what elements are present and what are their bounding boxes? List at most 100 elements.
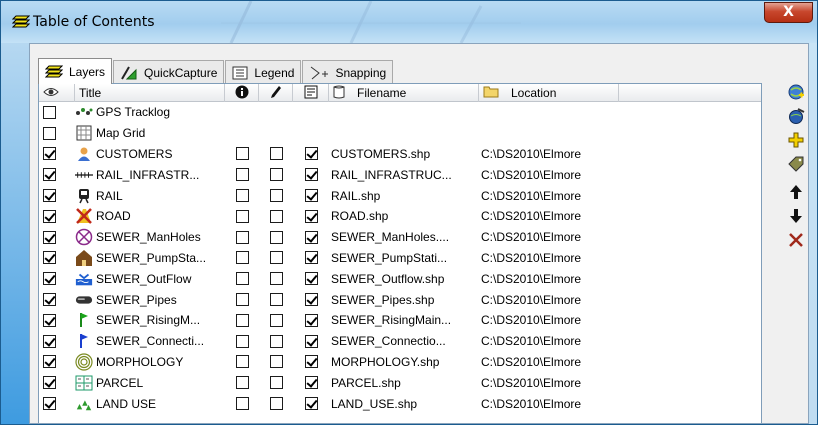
visibility-checkbox[interactable]	[43, 313, 56, 327]
snap-checkbox[interactable]	[304, 189, 318, 203]
edit-checkbox[interactable]	[269, 293, 283, 307]
layer-title[interactable]: RAIL_INFRASTR...	[96, 168, 199, 182]
layer-title[interactable]: MORPHOLOGY	[96, 355, 183, 369]
location-column-header[interactable]: Location	[479, 84, 619, 102]
snap-checkbox[interactable]	[304, 293, 318, 307]
visibility-checkbox[interactable]	[43, 126, 56, 140]
layer-row[interactable]: LAND USE LAND_USE.shp C:\DS2010\Elmore	[39, 393, 761, 414]
layer-title[interactable]: ROAD	[96, 209, 131, 223]
layer-title[interactable]: CUSTOMERS	[96, 147, 172, 161]
title-column-header[interactable]: Title	[75, 84, 225, 102]
layer-row[interactable]: SEWER_RisingM... SEWER_RisingMain... C:\DS…	[39, 310, 761, 331]
layer-title[interactable]: SEWER_ManHoles	[96, 230, 201, 244]
info-checkbox[interactable]	[235, 147, 249, 161]
layer-row[interactable]: PARCEL PARCEL.shp C:\DS2010\Elmore	[39, 372, 761, 393]
layer-row[interactable]: MORPHOLOGY MORPHOLOGY.shp C:\DS2010\Elmore	[39, 352, 761, 373]
edit-checkbox[interactable]	[269, 355, 283, 369]
visibility-checkbox[interactable]	[43, 168, 56, 182]
layer-row[interactable]: SEWER_OutFlow SEWER_Outflow.shp C:\DS2010\…	[39, 268, 761, 289]
info-checkbox[interactable]	[235, 251, 249, 265]
edit-checkbox[interactable]	[269, 168, 283, 182]
visibility-checkbox[interactable]	[43, 376, 56, 390]
visibility-checkbox[interactable]	[43, 209, 56, 223]
add-layer-button[interactable]	[786, 84, 806, 104]
edit-checkbox[interactable]	[269, 376, 283, 390]
close-button[interactable]: X	[764, 2, 813, 23]
info-column-header[interactable]	[225, 84, 259, 102]
snap-checkbox[interactable]	[304, 355, 318, 369]
layer-row[interactable]: SEWER_Pipes SEWER_Pipes.shp C:\DS2010\Elmo…	[39, 289, 761, 310]
edit-checkbox[interactable]	[269, 334, 283, 348]
info-checkbox[interactable]	[235, 230, 249, 244]
tab-layers[interactable]: Layers	[38, 58, 113, 84]
info-checkbox[interactable]	[235, 168, 249, 182]
snap-checkbox[interactable]	[304, 397, 318, 411]
edit-checkbox[interactable]	[269, 209, 283, 223]
visibility-column-header[interactable]	[39, 84, 75, 102]
info-checkbox[interactable]	[235, 293, 249, 307]
info-checkbox[interactable]	[235, 397, 249, 411]
snap-checkbox[interactable]	[304, 313, 318, 327]
edit-checkbox[interactable]	[269, 313, 283, 327]
edit-checkbox[interactable]	[269, 397, 283, 411]
layer-title[interactable]: LAND USE	[96, 397, 156, 411]
layer-row[interactable]: CUSTOMERS CUSTOMERS.shp C:\DS2010\Elmore	[39, 144, 761, 165]
snap-checkbox[interactable]	[304, 251, 318, 265]
layer-row[interactable]: SEWER_ManHoles SEWER_ManHoles.... C:\DS201…	[39, 227, 761, 248]
layer-row[interactable]: RAIL RAIL.shp C:\DS2010\Elmore	[39, 185, 761, 206]
visibility-checkbox[interactable]	[43, 189, 56, 203]
snap-checkbox[interactable]	[304, 230, 318, 244]
add-button[interactable]	[786, 132, 806, 152]
info-checkbox[interactable]	[235, 313, 249, 327]
layer-row[interactable]: GPS Tracklog	[39, 102, 761, 123]
layer-title[interactable]: SEWER_Pipes	[96, 293, 177, 307]
info-checkbox[interactable]	[235, 209, 249, 223]
edit-checkbox[interactable]	[269, 251, 283, 265]
layer-title[interactable]: Map Grid	[96, 126, 145, 140]
title-bar[interactable]: Table of Contents X	[1, 1, 817, 43]
snap-checkbox[interactable]	[304, 168, 318, 182]
info-checkbox[interactable]	[235, 272, 249, 286]
layer-title[interactable]: GPS Tracklog	[96, 105, 170, 119]
snap-checkbox[interactable]	[304, 209, 318, 223]
snap-checkbox[interactable]	[304, 376, 318, 390]
visibility-checkbox[interactable]	[43, 272, 56, 286]
layer-row[interactable]: ROAD ROAD.shp C:\DS2010\Elmore	[39, 206, 761, 227]
info-checkbox[interactable]	[235, 355, 249, 369]
filename-column-header[interactable]: Filename	[329, 84, 479, 102]
visibility-checkbox[interactable]	[43, 397, 56, 411]
info-checkbox[interactable]	[235, 334, 249, 348]
label-tag-button[interactable]	[786, 156, 806, 176]
visibility-checkbox[interactable]	[43, 355, 56, 369]
info-checkbox[interactable]	[235, 376, 249, 390]
visibility-checkbox[interactable]	[43, 251, 56, 265]
layer-row[interactable]: RAIL_INFRASTR... RAIL_INFRASTRUC... C:\DS2…	[39, 164, 761, 185]
layer-row[interactable]: Map Grid	[39, 123, 761, 144]
layer-title[interactable]: RAIL	[96, 189, 123, 203]
info-checkbox[interactable]	[235, 189, 249, 203]
snap-checkbox[interactable]	[304, 334, 318, 348]
tab-legend[interactable]: Legend	[225, 60, 302, 84]
layer-title[interactable]: SEWER_Connecti...	[96, 334, 204, 348]
edit-checkbox[interactable]	[269, 189, 283, 203]
move-down-button[interactable]	[786, 208, 806, 228]
visibility-checkbox[interactable]	[43, 105, 56, 119]
layer-title[interactable]: SEWER_RisingM...	[96, 313, 200, 327]
layer-row[interactable]: SEWER_Connecti... SEWER_Connectio... C:\DS…	[39, 331, 761, 352]
edit-checkbox[interactable]	[269, 147, 283, 161]
edit-checkbox[interactable]	[269, 230, 283, 244]
snap-checkbox[interactable]	[304, 147, 318, 161]
visibility-checkbox[interactable]	[43, 334, 56, 348]
snap-checkbox[interactable]	[304, 272, 318, 286]
layer-title[interactable]: PARCEL	[96, 376, 143, 390]
layer-row[interactable]: SEWER_PumpSta... SEWER_PumpStati... C:\DS2…	[39, 248, 761, 269]
layer-title[interactable]: SEWER_OutFlow	[96, 272, 191, 286]
layer-properties-button[interactable]	[786, 108, 806, 128]
layer-title[interactable]: SEWER_PumpSta...	[96, 251, 206, 265]
visibility-checkbox[interactable]	[43, 293, 56, 307]
edit-column-header[interactable]	[259, 84, 293, 102]
visibility-checkbox[interactable]	[43, 147, 56, 161]
edit-checkbox[interactable]	[269, 272, 283, 286]
tab-snapping[interactable]: Snapping	[302, 60, 394, 84]
snap-column-header[interactable]	[293, 84, 329, 102]
